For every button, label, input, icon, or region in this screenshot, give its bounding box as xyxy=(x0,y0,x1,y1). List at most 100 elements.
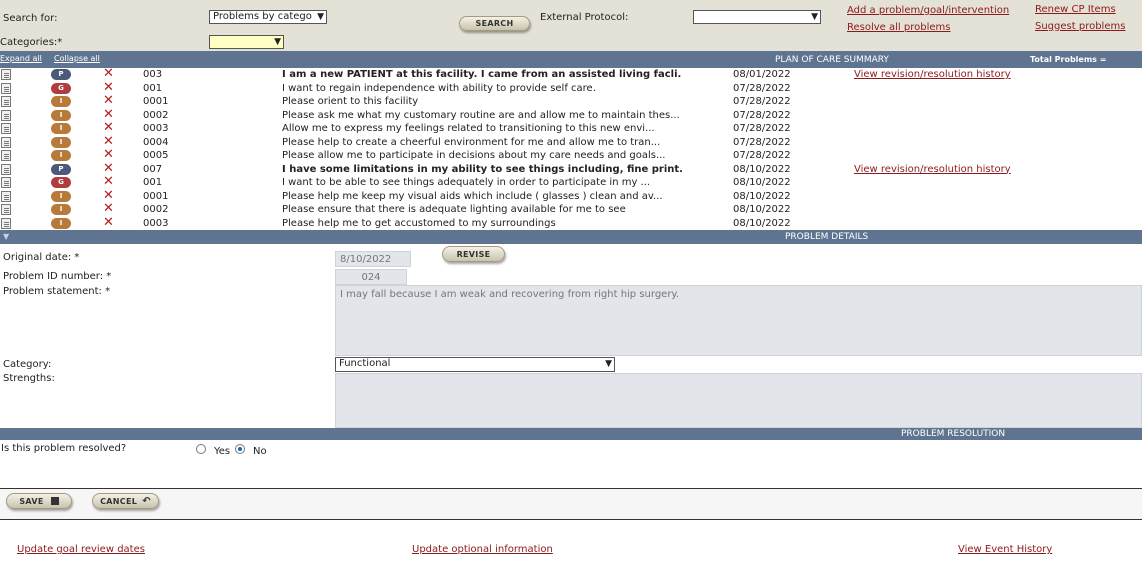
item-text[interactable]: I am a new PATIENT at this facility. I c… xyxy=(282,68,682,81)
item-number: 003 xyxy=(143,69,163,80)
collapse-all-link[interactable]: Collapse all xyxy=(54,54,100,63)
problem-statement-field[interactable]: I may fall because I am weak and recover… xyxy=(335,285,1142,356)
item-date: 08/10/2022 xyxy=(733,204,791,215)
item-number: 0004 xyxy=(143,136,169,148)
item-date: 08/01/2022 xyxy=(733,69,791,80)
care-plan-row[interactable]: I ✕ 0001 Please help me keep my visual aids… xyxy=(0,188,1142,204)
external-protocol-select[interactable]: ▼ xyxy=(693,10,821,24)
care-plan-row[interactable]: P ✕ 007 I have some limitations in my abili… xyxy=(0,161,1142,177)
care-plan-row[interactable]: I ✕ 0003 Please help me to get accustomed t… xyxy=(0,215,1142,231)
item-date: 08/10/2022 xyxy=(733,217,791,229)
care-plan-row[interactable]: I ✕ 0004 Please help to create a cheerful e… xyxy=(0,134,1142,150)
save-label: SAVE xyxy=(19,497,44,506)
care-plan-row[interactable]: G ✕ 001 I want to be able to see things ade… xyxy=(0,175,1142,190)
item-text[interactable]: I want to regain independence with abili… xyxy=(282,82,682,95)
item-text[interactable]: Please orient to this facility xyxy=(282,95,682,108)
item-date: 08/10/2022 xyxy=(733,163,791,175)
problem-resolution-title: PROBLEM RESOLUTION xyxy=(901,429,1006,439)
item-text[interactable]: I have some limitations in my ability to… xyxy=(282,163,682,176)
care-plan-row[interactable]: I ✕ 0005 Please allow me to participate in … xyxy=(0,148,1142,163)
care-plan-row[interactable]: I ✕ 0003 Allow me to express my feelings re… xyxy=(0,121,1142,136)
document-icon[interactable] xyxy=(1,163,11,175)
add-problem-link[interactable]: Add a problem/goal/intervention xyxy=(847,5,1009,16)
resolved-question: Is this problem resolved? xyxy=(1,443,127,454)
document-icon[interactable] xyxy=(1,204,11,215)
delete-x-icon[interactable]: ✕ xyxy=(103,202,114,216)
document-icon[interactable] xyxy=(1,177,11,188)
care-plan-row[interactable]: P ✕ 003 I am a new PATIENT at this facility… xyxy=(0,68,1142,82)
view-history-link[interactable]: View revision/resolution history xyxy=(854,68,1011,81)
document-icon[interactable] xyxy=(1,109,11,121)
categories-select[interactable]: ▼ xyxy=(209,35,284,49)
category-select[interactable]: Functional ▼ xyxy=(335,357,615,372)
chevron-down-icon: ▼ xyxy=(811,12,818,22)
delete-x-icon[interactable]: ✕ xyxy=(103,175,114,189)
document-icon[interactable] xyxy=(1,217,11,229)
care-plan-row[interactable]: G ✕ 001 I want to regain independence with … xyxy=(0,80,1142,96)
no-radio[interactable] xyxy=(235,444,245,454)
revise-button[interactable]: REVISE xyxy=(442,246,505,262)
item-text[interactable]: Allow me to express my feelings related … xyxy=(282,122,682,135)
item-type-badge: I xyxy=(51,136,71,148)
document-icon[interactable] xyxy=(1,96,11,107)
yes-label: Yes xyxy=(214,446,231,457)
item-text[interactable]: Please ask me what my customary routine … xyxy=(282,109,682,122)
delete-x-icon[interactable]: ✕ xyxy=(103,121,114,135)
item-number: 001 xyxy=(143,82,163,94)
document-icon[interactable] xyxy=(1,69,11,80)
problem-id-label: Problem ID number: * xyxy=(3,271,112,282)
search-button[interactable]: SEARCH xyxy=(459,16,530,31)
item-text[interactable]: Please ensure that there is adequate lig… xyxy=(282,203,682,216)
item-type-badge: P xyxy=(51,69,71,80)
delete-x-icon[interactable]: ✕ xyxy=(103,94,114,108)
plan-of-care-summary-bar: Expand all Collapse all PLAN OF CARE SUM… xyxy=(0,51,1142,68)
problem-details-title: PROBLEM DETAILS xyxy=(785,232,869,242)
delete-x-icon[interactable]: ✕ xyxy=(103,148,114,162)
item-type-badge: I xyxy=(51,150,71,161)
categories-label: Categories:* xyxy=(0,37,63,48)
problem-resolution-bar: PROBLEM RESOLUTION xyxy=(0,428,1142,440)
item-type-badge: I xyxy=(51,204,71,215)
expand-all-link[interactable]: Expand all xyxy=(0,54,42,63)
strengths-field[interactable] xyxy=(335,373,1142,428)
document-icon[interactable] xyxy=(1,190,11,202)
renew-cp-items-link[interactable]: Renew CP Items xyxy=(1035,4,1116,15)
document-icon[interactable] xyxy=(1,123,11,134)
original-date-field[interactable]: 8/10/2022 xyxy=(335,251,411,267)
update-optional-information-link[interactable]: Update optional information xyxy=(412,544,553,555)
item-date: 07/28/2022 xyxy=(733,136,791,148)
yes-radio[interactable] xyxy=(196,444,206,454)
resolve-all-link[interactable]: Resolve all problems xyxy=(847,22,950,33)
care-plan-row[interactable]: I ✕ 0001 Please orient to this facility 07/2… xyxy=(0,94,1142,109)
item-text[interactable]: Please help me keep my visual aids which… xyxy=(282,190,682,203)
item-text[interactable]: Please help me to get accustomed to my s… xyxy=(282,217,682,230)
item-text[interactable]: Please help to create a cheerful environ… xyxy=(282,136,682,149)
item-type-badge: G xyxy=(51,177,71,188)
item-text[interactable]: I want to be able to see things adequate… xyxy=(282,176,682,189)
undo-arrow-icon: ↶ xyxy=(142,496,151,507)
update-goal-review-dates-link[interactable]: Update goal review dates xyxy=(17,544,145,555)
cancel-button[interactable]: CANCEL ↶ xyxy=(92,493,159,509)
care-plan-row[interactable]: I ✕ 0002 Please ask me what my customary ro… xyxy=(0,107,1142,123)
suggest-problems-link[interactable]: Suggest problems xyxy=(1035,21,1125,32)
view-history-link[interactable]: View revision/resolution history xyxy=(854,163,1011,176)
save-button[interactable]: SAVE xyxy=(6,493,72,509)
cancel-label: CANCEL xyxy=(100,497,138,506)
item-type-badge: I xyxy=(51,123,71,134)
problem-details-bar: ▼ PROBLEM DETAILS xyxy=(0,230,1142,244)
delete-x-icon[interactable]: ✕ xyxy=(103,215,114,230)
document-icon[interactable] xyxy=(1,150,11,161)
total-problems-label: Total Problems = xyxy=(1030,55,1107,64)
search-for-select[interactable]: Problems by catego ▼ xyxy=(209,10,327,24)
view-event-history-link[interactable]: View Event History xyxy=(958,544,1052,555)
collapse-triangle-icon[interactable]: ▼ xyxy=(3,232,9,241)
care-plan-row[interactable]: I ✕ 0002 Please ensure that there is adequa… xyxy=(0,202,1142,217)
summary-title: PLAN OF CARE SUMMARY xyxy=(775,55,889,65)
search-for-label: Search for: xyxy=(3,13,58,24)
problem-statement-label: Problem statement: * xyxy=(3,286,111,297)
document-icon[interactable] xyxy=(1,136,11,148)
document-icon[interactable] xyxy=(1,82,11,94)
problem-id-field[interactable]: 024 xyxy=(335,269,407,285)
item-text[interactable]: Please allow me to participate in decisi… xyxy=(282,149,682,162)
search-for-value: Problems by catego xyxy=(213,11,312,22)
